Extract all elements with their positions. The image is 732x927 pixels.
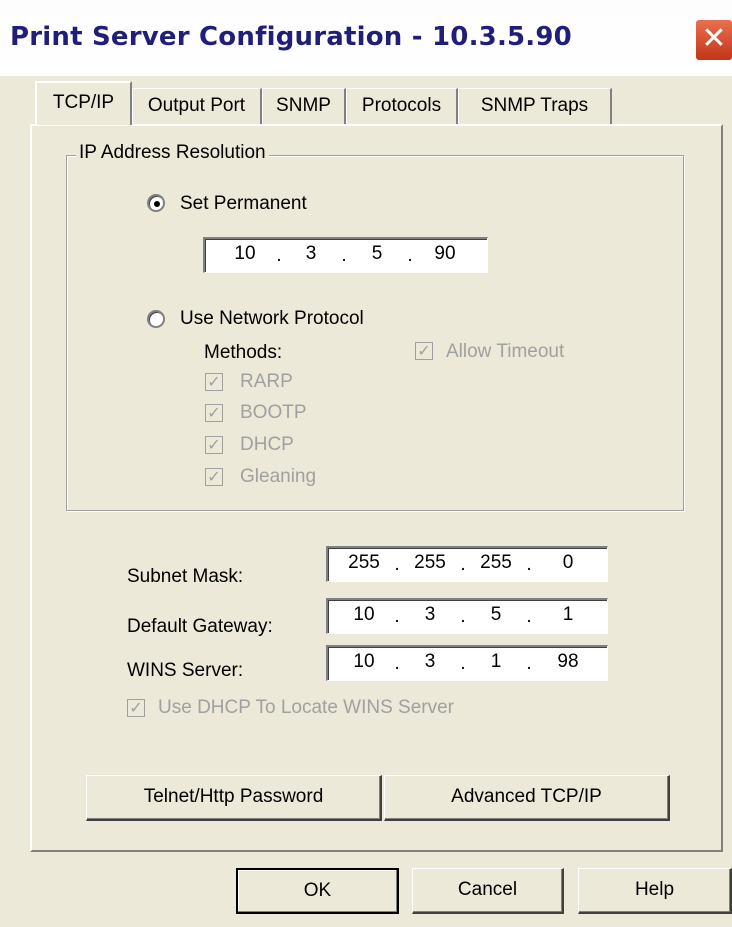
ip-octet: 1 [490,651,502,672]
checkmark-icon: ✓ [129,698,143,717]
ip-octet: 0 [562,552,574,573]
default-gateway-label: Default Gateway: [127,616,273,637]
advanced-tcpip-button[interactable]: Advanced TCP/IP [384,775,670,821]
ip-dot: . [394,554,400,575]
cancel-button[interactable]: Cancel [412,868,564,914]
ip-dot: . [394,653,400,674]
group-label-ip-resolution: IP Address Resolution [76,142,269,164]
tab-snmp[interactable]: SNMP [262,88,346,124]
ip-dot: . [526,554,532,575]
use-dhcp-wins-label: Use DHCP To Locate WINS Server [158,697,455,718]
tab-snmp-traps[interactable]: SNMP Traps [458,88,612,124]
ip-dot: . [460,653,466,674]
ip-octet: 90 [434,243,456,264]
ip-octet: 3 [424,604,436,625]
ip-octet: 10 [353,651,375,672]
ip-octet: 5 [490,604,502,625]
bootp-checkbox[interactable]: ✓ [205,404,223,422]
bootp-label: BOOTP [240,402,307,423]
tab-protocols[interactable]: Protocols [346,88,458,124]
ip-octet: 3 [424,651,436,672]
checkmark-icon: ✓ [207,403,221,422]
ip-octet: 255 [414,552,446,573]
permanent-ip-input[interactable]: 10 . 3 . 5 . 90 [203,237,488,273]
ip-dot: . [341,245,347,266]
set-permanent-label: Set Permanent [180,193,307,214]
telnet-http-password-button[interactable]: Telnet/Http Password [86,775,382,821]
ip-dot: . [460,554,466,575]
gleaning-checkbox[interactable]: ✓ [205,468,223,486]
tab-label: SNMP Traps [480,95,589,116]
ip-dot: . [526,653,532,674]
ip-dot: . [407,245,413,266]
wins-server-input[interactable]: 10 . 3 . 1 . 98 [326,645,608,681]
tab-tcpip[interactable]: TCP/IP [35,81,132,125]
tab-output-port[interactable]: Output Port [132,88,262,124]
checkmark-icon: ✓ [207,467,221,486]
allow-timeout-label: Allow Timeout [446,341,565,362]
tab-label: Protocols [361,95,442,116]
help-button[interactable]: Help [578,868,732,914]
ip-dot: . [394,606,400,627]
close-icon: ✕ [701,21,727,56]
ip-dot: . [276,245,282,266]
default-gateway-input[interactable]: 10 . 3 . 5 . 1 [326,598,608,634]
title-bar: Print Server Configuration - 10.3.5.90 ✕ [0,0,732,82]
use-network-protocol-label: Use Network Protocol [180,308,364,329]
tab-label: SNMP [276,95,331,116]
subnet-mask-input[interactable]: 255 . 255 . 255 . 0 [326,546,608,582]
tab-label: TCP/IP [52,92,115,113]
ip-octet: 10 [234,243,256,264]
dhcp-label: DHCP [240,434,294,455]
wins-server-label: WINS Server: [127,660,244,681]
radio-selected-dot [154,201,160,207]
ip-octet: 255 [480,552,512,573]
use-dhcp-wins-checkbox[interactable]: ✓ [127,699,145,717]
allow-timeout-checkbox[interactable]: ✓ [415,342,433,360]
ip-octet: 255 [348,552,380,573]
gleaning-label: Gleaning [240,466,317,487]
checkmark-icon: ✓ [417,341,431,360]
checkmark-icon: ✓ [207,372,221,391]
checkmark-icon: ✓ [207,435,221,454]
ip-dot: . [460,606,466,627]
ip-octet: 98 [557,651,579,672]
set-permanent-radio[interactable] [147,194,165,212]
rarp-label: RARP [240,371,293,392]
close-button[interactable]: ✕ [694,18,732,62]
window-title: Print Server Configuration - 10.3.5.90 [10,22,572,52]
use-network-protocol-radio[interactable] [147,310,165,328]
ip-dot: . [526,606,532,627]
dhcp-checkbox[interactable]: ✓ [205,436,223,454]
tab-label: Output Port [147,95,246,116]
ip-octet: 10 [353,604,375,625]
ip-octet: 3 [305,243,317,264]
subnet-mask-label: Subnet Mask: [127,566,244,587]
rarp-checkbox[interactable]: ✓ [205,373,223,391]
ok-button[interactable]: OK [236,868,399,914]
ip-octet: 5 [371,243,383,264]
methods-label: Methods: [204,342,283,363]
ip-octet: 1 [562,604,574,625]
